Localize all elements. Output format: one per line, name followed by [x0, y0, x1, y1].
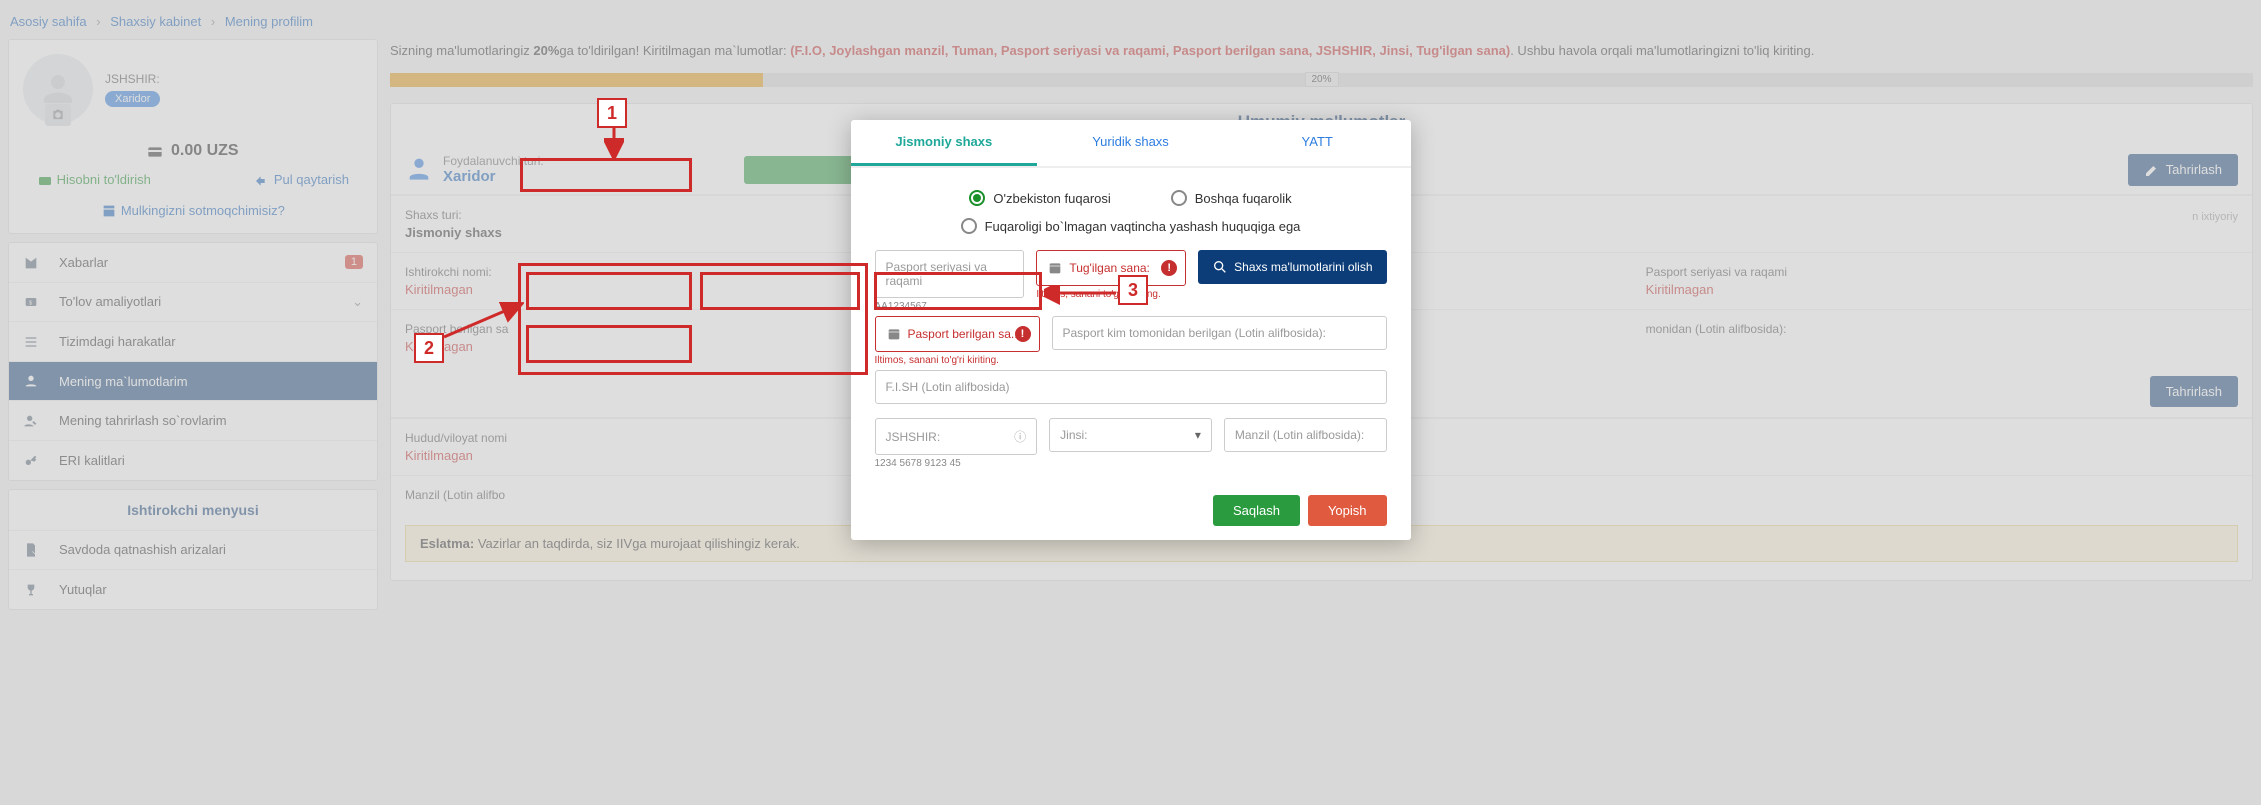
- user-icon: [405, 154, 443, 185]
- gender-select[interactable]: Jinsi:▾: [1049, 418, 1212, 452]
- pencil-icon: [2144, 162, 2160, 178]
- issued-date-input[interactable]: Pasport berilgan sa... !: [875, 316, 1040, 352]
- jshshir-hint: 1234 5678 9123 45: [875, 458, 1038, 469]
- user-type-value: Xaridor: [443, 168, 544, 185]
- list-icon: [23, 333, 45, 350]
- passport-hint: AA1234567: [875, 301, 1025, 312]
- balance-amount: 0.00 UZS: [171, 142, 239, 159]
- radio-other-citizen[interactable]: Boshqa fuqarolik: [1171, 190, 1292, 206]
- birthdate-input[interactable]: Tug'ilgan sana: !: [1036, 250, 1186, 286]
- jshshir-input[interactable]: JSHSHIR:ⓘ: [875, 418, 1038, 455]
- return-icon: [254, 173, 270, 189]
- shop-icon: [101, 203, 117, 219]
- person-icon: [23, 373, 45, 390]
- sidebar-item-messages[interactable]: Xabarlar 1: [9, 243, 377, 282]
- breadcrumb-cabinet[interactable]: Shaxsiy kabinet: [110, 14, 201, 29]
- user-type-label: Foydalanuvchi turi:: [443, 154, 544, 168]
- sidebar-item-keys[interactable]: ERI kalitlari: [9, 440, 377, 480]
- avatar[interactable]: [23, 54, 93, 124]
- sidebar-section-title: Ishtirokchi menyusi: [9, 490, 377, 530]
- calendar-icon: [886, 326, 902, 342]
- field-value: Kiritilmagan: [1646, 282, 2238, 297]
- address-input[interactable]: Manzil (Lotin alifbosida):: [1224, 418, 1387, 452]
- error-icon: !: [1161, 260, 1177, 276]
- optional-hint: n ixtiyoriy: [2192, 211, 2238, 223]
- error-icon: !: [1015, 326, 1031, 342]
- chevron-right-icon: ›: [211, 14, 215, 29]
- sidebar-item-label: Mening ma`lumotlarim: [59, 374, 188, 389]
- topup-link[interactable]: Hisobni to'ldirish: [37, 172, 151, 189]
- progress-label: 20%: [1304, 72, 1338, 87]
- close-button[interactable]: Yopish: [1308, 495, 1387, 526]
- wallet-icon: [37, 173, 53, 189]
- passport-input[interactable]: Pasport seriyasi va raqami: [875, 250, 1025, 298]
- sidebar-item-label: To'lov amaliyotlari: [59, 294, 161, 309]
- key-icon: [23, 452, 45, 469]
- save-button[interactable]: Saqlash: [1213, 495, 1300, 526]
- fullname-input[interactable]: F.I.SH (Lotin alifbosida): [875, 370, 1387, 404]
- sidebar-item-edit-requests[interactable]: Mening tahrirlash so`rovlarim: [9, 400, 377, 440]
- sidebar-item-my-data[interactable]: Mening ma`lumotlarim: [9, 361, 377, 401]
- sell-property-link[interactable]: Mulkingizni sotmoqchimisiz?: [9, 199, 377, 234]
- issued-by-input[interactable]: Pasport kim tomonidan berilgan (Lotin al…: [1052, 316, 1387, 350]
- radio-icon: [1171, 190, 1187, 206]
- sidebar-item-payments[interactable]: $ To'lov amaliyotlari ⌄: [9, 282, 377, 322]
- money-icon: $: [23, 294, 45, 311]
- issued-date-error: Iltimos, sanani to'g'ri kiriting.: [875, 355, 1040, 366]
- field-label: monidan (Lotin alifbosida):: [1646, 322, 2238, 336]
- chevron-right-icon: ›: [96, 14, 100, 29]
- mail-icon: [23, 254, 45, 271]
- role-badge: Xaridor: [105, 91, 160, 107]
- sidebar-item-label: Tizimdagi harakatlar: [59, 334, 176, 349]
- sidebar-item-wins[interactable]: Yutuqlar: [9, 569, 377, 609]
- sidebar-item-activity[interactable]: Tizimdagi harakatlar: [9, 321, 377, 361]
- radio-icon: [961, 218, 977, 234]
- edit-button-2[interactable]: Tahrirlash: [2150, 376, 2238, 407]
- trophy-icon: [23, 581, 45, 598]
- edit-button[interactable]: Tahrirlash: [2128, 154, 2238, 186]
- sidebar-item-label: Xabarlar: [59, 255, 108, 270]
- sidebar-item-label: Yutuqlar: [59, 582, 107, 597]
- help-icon[interactable]: ⓘ: [1014, 428, 1026, 445]
- calendar-icon: [1047, 260, 1063, 276]
- search-icon: [1212, 259, 1228, 275]
- document-icon: [23, 542, 45, 559]
- chevron-down-icon: ⌄: [352, 294, 363, 310]
- radio-uz-citizen[interactable]: O'zbekiston fuqarosi: [969, 190, 1110, 206]
- tab-yatt[interactable]: YATT: [1224, 120, 1411, 166]
- camera-icon[interactable]: [45, 104, 71, 126]
- chevron-down-icon: ▾: [1195, 428, 1201, 442]
- radio-icon: [969, 190, 985, 206]
- sidebar-item-label: Savdoda qatnashish arizalari: [59, 542, 226, 557]
- annotation-number-1: 1: [597, 98, 627, 128]
- sidebar-item-label: ERI kalitlari: [59, 453, 125, 468]
- tab-legal[interactable]: Yuridik shaxs: [1037, 120, 1224, 166]
- annotation-number-3: 3: [1118, 275, 1148, 305]
- person-data-modal: Jismoniy shaxs Yuridik shaxs YATT O'zbek…: [851, 120, 1411, 540]
- sidebar-item-applications[interactable]: Savdoda qatnashish arizalari: [9, 530, 377, 570]
- tab-individual[interactable]: Jismoniy shaxs: [851, 120, 1038, 166]
- breadcrumb-home[interactable]: Asosiy sahifa: [10, 14, 87, 29]
- completion-banner: Sizning ma'lumotlaringiz 20%ga to'ldiril…: [390, 39, 2253, 67]
- refund-link[interactable]: Pul qaytarish: [254, 172, 349, 189]
- badge-count: 1: [345, 255, 363, 269]
- get-person-data-button[interactable]: Shaxs ma'lumotlarini olish: [1198, 250, 1386, 284]
- card-icon: [147, 143, 163, 160]
- breadcrumb-profile[interactable]: Mening profilim: [225, 14, 313, 29]
- sidebar-item-label: Mening tahrirlash so`rovlarim: [59, 413, 227, 428]
- annotation-number-2: 2: [414, 333, 444, 363]
- progress-bar: 20%: [390, 73, 2253, 87]
- radio-stateless[interactable]: Fuqaroligi bo`lmagan vaqtincha yashash h…: [961, 218, 1301, 234]
- breadcrumb: Asosiy sahifa › Shaxsiy kabinet › Mening…: [8, 8, 2253, 39]
- birthdate-error: Iltimos, sanani to'g'ri kiriting.: [1036, 289, 1186, 300]
- field-label: Pasport seriyasi va raqami: [1646, 265, 2238, 279]
- svg-text:$: $: [29, 301, 32, 307]
- edit-person-icon: [23, 412, 45, 429]
- jshshir-label: JSHSHIR:: [105, 72, 160, 86]
